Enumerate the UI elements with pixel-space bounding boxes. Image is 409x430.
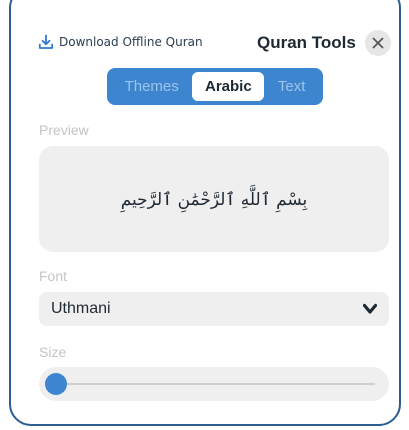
size-slider[interactable] [39,367,389,401]
panel-header: Download Offline Quran Quran Tools [38,30,391,60]
close-icon [372,37,384,49]
download-icon [38,34,54,49]
tab-arabic[interactable]: Arabic [192,72,265,101]
font-select[interactable]: Uthmani [39,292,389,326]
close-button[interactable] [365,30,391,56]
tab-themes[interactable]: Themes [111,72,192,101]
download-offline-link[interactable]: Download Offline Quran [38,34,203,50]
font-label: Font [39,268,68,284]
preview-label: Preview [39,122,89,138]
font-select-value: Uthmani [51,300,111,317]
download-label: Download Offline Quran [59,35,203,49]
preview-box: بِسْمِ ٱللَّهِ ٱلرَّحْمَٰنِ ٱلرَّحِيمِ [39,146,389,252]
size-label: Size [39,344,67,360]
chevron-down-icon [363,303,377,314]
tab-text[interactable]: Text [264,72,319,101]
preview-text: بِسْمِ ٱللَّهِ ٱلرَّحْمَٰنِ ٱلرَّحِيمِ [120,189,308,210]
panel-title: Quran Tools [257,33,356,52]
size-slider-thumb[interactable] [45,373,67,395]
size-slider-track [51,383,375,385]
settings-tabs: Themes Arabic Text [107,68,323,105]
